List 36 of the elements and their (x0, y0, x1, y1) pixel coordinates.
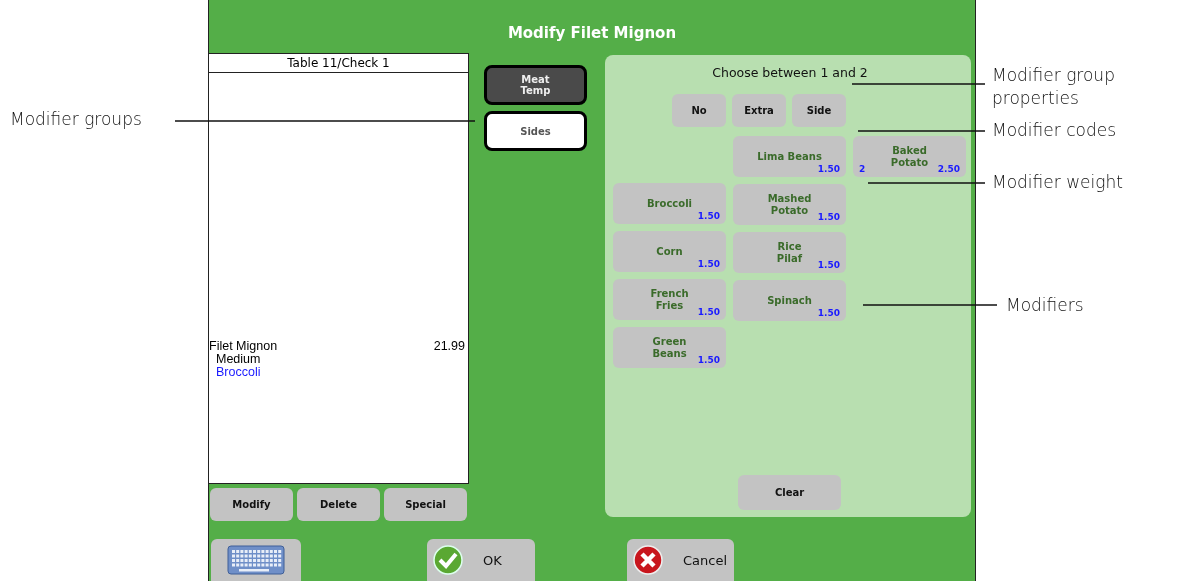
callout-label: Modifier weight (992, 171, 1124, 194)
modifier-code-button[interactable]: Side (792, 94, 846, 127)
modifier-button[interactable]: Spinach 1.50 (733, 280, 846, 321)
modifier-button[interactable]: Lima Beans 1.50 (733, 136, 846, 177)
modifier-button[interactable]: Corn 1.50 (613, 231, 726, 272)
keyboard-icon (227, 544, 285, 576)
callout-label: Modifier group properties (992, 64, 1116, 110)
callout-label: Modifier groups (10, 108, 143, 131)
callout-label: Modifiers (1006, 294, 1085, 317)
item-name[interactable]: Filet Mignon (209, 339, 278, 353)
modifier-button[interactable]: Green Beans 1.50 (613, 327, 726, 368)
check-action-button[interactable]: Modify (210, 488, 293, 521)
modifier-button[interactable]: Broccoli 1.50 (613, 183, 726, 224)
modifier-button[interactable]: Rice Pilaf 1.50 (733, 232, 846, 273)
keyboard-button[interactable] (211, 539, 301, 581)
check-icon (433, 545, 463, 575)
modifier-button[interactable]: French Fries 1.50 (613, 279, 726, 320)
modifier-button[interactable]: Mashed Potato 1.50 (733, 184, 846, 225)
item-modifier: Medium (216, 352, 261, 366)
modifier-code-button[interactable]: No (672, 94, 726, 127)
window-title: Modify Filet Mignon (507, 24, 677, 42)
modifier-group-button[interactable]: Sides (484, 111, 587, 151)
check-action-button[interactable]: Special (384, 488, 467, 521)
cancel-button[interactable]: Cancel (627, 539, 734, 581)
check-action-button[interactable]: Delete (297, 488, 380, 521)
ok-button[interactable]: OK (427, 539, 535, 581)
modifier-code-button[interactable]: Extra (732, 94, 786, 127)
clear-button[interactable]: Clear (738, 475, 841, 510)
modifier-group-button[interactable]: Meat Temp (484, 65, 587, 105)
check-header: Table 11/Check 1 (209, 54, 468, 73)
item-price: 21.99 (433, 339, 465, 353)
modifier-prompt: Choose between 1 and 2 (712, 65, 868, 80)
callout-label: Modifier codes (992, 119, 1117, 142)
modifier-button[interactable]: Baked Potato 2 2.50 (853, 136, 966, 177)
item-modifier: Broccoli (216, 365, 261, 379)
cancel-icon (633, 545, 663, 575)
